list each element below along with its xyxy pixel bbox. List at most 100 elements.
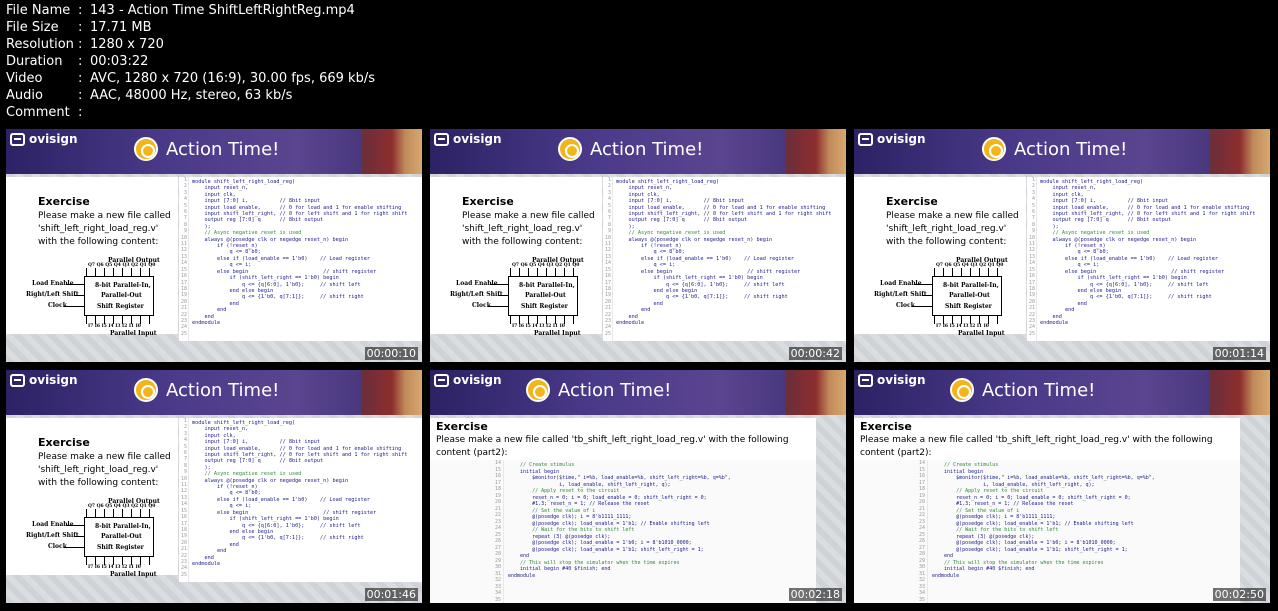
video-thumbnail-5[interactable]: ovisign Action Time! Exercise Please mak… <box>430 370 846 603</box>
exercise-title: Exercise <box>462 195 514 208</box>
line-number: 25 <box>604 330 611 337</box>
line-number: 21 <box>604 305 611 312</box>
slide-title: Action Time! <box>558 137 703 161</box>
code-lines: module shift_left_right_load_reg( input … <box>192 179 422 326</box>
box-line-3: Shift Register <box>97 303 144 310</box>
box-line-3: Shift Register <box>521 303 568 310</box>
output-pins <box>510 268 578 276</box>
brand-name: ovisign <box>29 132 78 146</box>
line-numbers: 1 2 3 4 5 6 7 8 9 10 11 12 13 14 15 16 17 18 19 20 21 22 23 24 2… <box>179 418 189 582</box>
code-line: @(posedge clk); load_enable = 1'b1; shif… <box>508 546 704 553</box>
brand-logo: ovisign <box>10 132 78 146</box>
box-line-2: Parallel-Out <box>101 533 142 540</box>
slide-title-text: Action Time! <box>982 379 1096 401</box>
video-thumbnail-1[interactable]: ovisign Action Time! Exercise Please mak… <box>6 129 422 362</box>
target-icon <box>134 378 158 402</box>
right-left-shift-label: Right/Left Shift <box>874 291 927 298</box>
box-line-2: Parallel-Out <box>525 292 566 299</box>
code-editor: 1 2 3 4 5 6 7 8 9 10 11 12 13 14 15 16 17 18 19 20 21 22 23 24 2… <box>179 418 422 582</box>
line-number: 14 <box>180 260 187 267</box>
exercise-text: Please make a new file called 'tb_shift_… <box>860 435 1213 458</box>
code-lines: module shift_left_right_load_reg( input … <box>616 179 846 326</box>
line-number: 35 <box>918 596 925 603</box>
code-line: endmodule <box>192 319 221 326</box>
line-number: 14 <box>1028 260 1035 267</box>
exercise-panel: Exercise Please make a new file called '… <box>430 418 816 603</box>
box-line-1: 8-bit Parallel-In, <box>519 282 575 289</box>
exercise-text: Please make a new file called 'shift_lef… <box>886 211 1019 247</box>
target-icon <box>982 137 1006 161</box>
brand-logo-icon <box>10 132 25 146</box>
register-box: 8-bit Parallel-In, Parallel-Out Shift Re… <box>508 276 578 316</box>
timestamp: 00:00:10 <box>364 347 418 360</box>
slide-title-text: Action Time! <box>558 379 672 401</box>
exercise-panel: Exercise Please make a new file called '… <box>430 177 602 337</box>
slide-title: Action Time! <box>982 137 1127 161</box>
timestamp: 00:02:18 <box>788 588 842 601</box>
brand-name: ovisign <box>453 132 502 146</box>
line-numbers: 1 2 3 4 5 6 7 8 9 10 11 12 13 14 15 16 17 18 19 20 21 22 23 24 2… <box>179 177 189 341</box>
code-line: endmodule <box>508 572 536 579</box>
line-number: 17 <box>1028 279 1035 286</box>
exercise-text: Please make a new file called 'shift_lef… <box>38 452 171 488</box>
line-number: 12 <box>180 247 187 254</box>
line-number: 19 <box>180 533 187 540</box>
line-number: 24 <box>1028 324 1035 331</box>
target-icon <box>134 137 158 161</box>
info-row-comment: Comment : <box>6 104 375 121</box>
info-separator: : <box>78 3 83 18</box>
video-thumbnail-3[interactable]: ovisign Action Time! Exercise Please mak… <box>854 129 1270 362</box>
info-key: Duration <box>6 54 63 69</box>
shift-register-diagram: Parallel Output Q7 Q6 Q5 Q4 Q3 Q2 Q1 Q0 … <box>26 498 176 578</box>
right-left-shift-label: Right/Left Shift <box>450 291 503 298</box>
parallel-input-label: Parallel Input <box>958 330 1005 337</box>
box-line-1: 8-bit Parallel-In, <box>95 282 151 289</box>
brand-logo: ovisign <box>858 132 926 146</box>
video-thumbnail-4[interactable]: ovisign Action Time! Exercise Please mak… <box>6 370 422 603</box>
shift-register-diagram: Parallel Output Q7 Q6 Q5 Q4 Q3 Q2 Q1 Q0 … <box>450 257 600 337</box>
slide-title: Action Time! <box>134 137 279 161</box>
exercise-title: Exercise <box>38 436 90 449</box>
clock-arrow <box>488 306 508 307</box>
slide-title-text: Action Time! <box>590 138 704 160</box>
line-number: 19 <box>1028 292 1035 299</box>
line-numbers: 1 2 3 4 5 6 7 8 9 10 11 12 13 14 15 16 17 18 19 20 21 22 23 24 2… <box>603 177 613 341</box>
clock-arrow <box>64 306 84 307</box>
exercise-title: Exercise <box>38 195 90 208</box>
banner-accent <box>362 129 422 174</box>
file-info: File Name : 143 - Action Time ShiftLeftR… <box>6 2 375 121</box>
line-number: 24 <box>180 565 187 572</box>
shift-arrow <box>498 295 508 296</box>
shift-arrow <box>74 536 84 537</box>
line-number: 21 <box>180 546 187 553</box>
box-line-1: 8-bit Parallel-In, <box>943 282 999 289</box>
brand-logo: ovisign <box>434 373 502 387</box>
info-row-file-name: File Name : 143 - Action Time ShiftLeftR… <box>6 2 375 19</box>
code-editor: 14 15 16 17 18 19 20 21 22 23 24 25 26 27 28 29 30 31 32 33… <box>854 460 1240 603</box>
line-number: 17 <box>180 279 187 286</box>
brand-name: ovisign <box>877 132 926 146</box>
shift-arrow <box>922 295 932 296</box>
box-line-2: Parallel-Out <box>949 292 990 299</box>
line-number: 16 <box>180 273 187 280</box>
line-number: 22 <box>180 552 187 559</box>
video-thumbnail-6[interactable]: ovisign Action Time! Exercise Please mak… <box>854 370 1270 603</box>
load-enable-arrow <box>914 284 932 285</box>
line-number: 21 <box>180 305 187 312</box>
line-number: 16 <box>604 273 611 280</box>
slide-title-text: Action Time! <box>166 379 280 401</box>
code-line: endmodule <box>932 572 960 579</box>
timestamp: 00:02:50 <box>1212 588 1266 601</box>
info-value: 00:03:22 <box>90 54 149 69</box>
output-pins <box>86 268 154 276</box>
code-line: endmodule <box>192 560 221 567</box>
video-thumbnail-2[interactable]: ovisign Action Time! Exercise Please mak… <box>430 129 846 362</box>
target-icon <box>950 378 974 402</box>
code-line: @(posedge clk); load_enable = 1'b1; shif… <box>932 546 1128 553</box>
brand-logo-icon <box>434 373 449 387</box>
info-separator: : <box>78 71 83 86</box>
banner-accent <box>786 129 846 174</box>
brand-logo: ovisign <box>10 373 78 387</box>
thumbnail-grid: ovisign Action Time! Exercise Please mak… <box>6 129 1272 607</box>
load-enable-arrow <box>66 284 84 285</box>
